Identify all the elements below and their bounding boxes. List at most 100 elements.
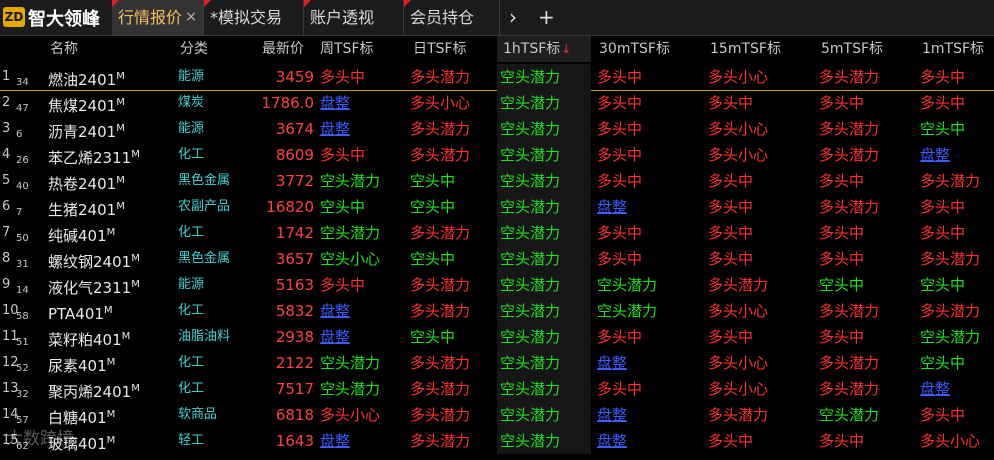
tsf-signal: 空头潜力 bbox=[500, 406, 561, 424]
table-row[interactable]: 14 57 白糖401M 软商品 6818 多头小心 多头潜力 空头潜力 盘整 多头潜力 空头潜力多… bbox=[0, 402, 994, 428]
table-row[interactable]: 15 62 玻璃401M 轻工 1643 盘整 多头潜力 空头潜力 盘整 多头中 多头中 多头小心 bbox=[0, 428, 994, 454]
column-header-30m-tsf[interactable]: 30mTSF标 bbox=[599, 36, 670, 62]
tsf-signal: 多头中 bbox=[597, 146, 643, 164]
tab-market-quotes[interactable]: 行情报价 × bbox=[112, 0, 204, 35]
table-row[interactable]: 3 6 沥青2401M 能源 3674 盘整 多头潜力 空头潜力 多头中 多头小心 多头潜力 空头中 bbox=[0, 116, 994, 142]
close-tab-icon[interactable]: × bbox=[185, 0, 197, 35]
table-row[interactable]: 10 58 PTA401M 化工 5832 盘整 多头潜力 空头潜力 空头潜力 多头小心 多头潜力多… bbox=[0, 298, 994, 324]
tsf-signal: 多头小心 bbox=[708, 354, 769, 372]
tsf-signal: 多头潜力 bbox=[410, 68, 471, 86]
contract-name-text: 苯乙烯2311 bbox=[48, 149, 132, 167]
column-header-category[interactable]: 分类 bbox=[180, 36, 208, 62]
column-header-15m-tsf[interactable]: 15mTSF标 bbox=[710, 36, 781, 62]
table-row[interactable]: 2 47 焦煤2401M 煤炭 1786.0 盘整 多头小心 空头潜力 多头中 多头中 多头中 多头中 bbox=[0, 90, 994, 116]
table-row[interactable]: 1 34 燃油2401M 能源 3459 多头中 多头潜力 空头潜力 多头中 多头小心 多头潜力 多头… bbox=[0, 64, 994, 91]
contract-name[interactable]: 聚丙烯2401M bbox=[48, 376, 140, 402]
row-index: 1 bbox=[2, 69, 11, 84]
contract-main-marker: M bbox=[106, 435, 116, 446]
tsf-signal: 空头潜力 bbox=[500, 120, 561, 138]
table-row[interactable]: 9 14 液化气2311M 能源 5163 多头中 多头潜力 空头潜力 空头潜力 多头潜力 空头中空… bbox=[0, 272, 994, 298]
tsf-signal: 多头潜力 bbox=[920, 250, 981, 268]
table-row[interactable]: 11 51 菜籽粕401M 油脂油料 2938 盘整 空头中 空头潜力 多头中 多头中 多头中 空头潜… bbox=[0, 324, 994, 350]
table-row[interactable]: 12 52 尿素401M 化工 2122 空头潜力 多头潜力 空头潜力 盘整 多头小心 多头潜力 空头… bbox=[0, 350, 994, 376]
tab-label: 会员持仓 bbox=[410, 8, 475, 27]
last-price: 7517 bbox=[275, 380, 314, 398]
tsf-signal: 多头潜力 bbox=[410, 406, 471, 424]
last-price: 2122 bbox=[275, 354, 314, 372]
row-index: 9 bbox=[2, 277, 11, 292]
contract-main-marker: M bbox=[103, 305, 113, 316]
contract-name[interactable]: 燃油2401M bbox=[48, 64, 125, 90]
tsf-signal: 多头中 bbox=[597, 380, 643, 398]
column-header-1h-tsf[interactable]: 1hTSF标↓ bbox=[497, 36, 591, 62]
last-price: 1742 bbox=[275, 224, 314, 242]
column-header-5m-tsf[interactable]: 5mTSF标 bbox=[821, 36, 883, 62]
column-header-name[interactable]: 名称 bbox=[50, 36, 78, 62]
tsf-signal: 空头中 bbox=[410, 328, 456, 346]
last-price: 8609 bbox=[275, 146, 314, 164]
contract-main-marker: M bbox=[121, 331, 131, 342]
tsf-signal: 多头中 bbox=[597, 224, 643, 242]
table-row[interactable]: 4 26 苯乙烯2311M 化工 8609 多头中 多头潜力 空头潜力 多头中 多头小心 多头潜力盘… bbox=[0, 142, 994, 168]
tsf-signal: 多头中 bbox=[320, 146, 366, 164]
contract-name[interactable]: 螺纹钢2401M bbox=[48, 246, 140, 272]
row-index: 7 bbox=[2, 225, 11, 240]
tsf-signal: 多头潜力 bbox=[819, 198, 880, 216]
contract-main-marker: M bbox=[116, 123, 125, 134]
contract-name-text: 聚丙烯2401 bbox=[48, 383, 132, 401]
table-row[interactable]: 13 32 聚丙烯2401M 化工 7517 空头潜力 多头潜力 空头潜力 多头中 多头小心 多头潜… bbox=[0, 376, 994, 402]
tsf-signal: 多头中 bbox=[597, 172, 643, 190]
tsf-signal: 多头潜力 bbox=[708, 276, 769, 294]
contract-name[interactable]: 尿素401M bbox=[48, 350, 115, 376]
contract-name[interactable]: 苯乙烯2311M bbox=[48, 142, 140, 168]
last-price: 3772 bbox=[275, 172, 314, 190]
tsf-signal: 多头潜力 bbox=[819, 120, 880, 138]
contract-name[interactable]: 焦煤2401M bbox=[48, 90, 125, 116]
contract-name[interactable]: 纯碱401M bbox=[48, 220, 115, 246]
tsf-signal: 多头潜力 bbox=[819, 146, 880, 164]
table-row[interactable]: 8 31 螺纹钢2401M 黑色金属 3657 空头小心 空头中 空头潜力 多头中 多头中 多头中多… bbox=[0, 246, 994, 272]
tsf-signal: 多头中 bbox=[708, 328, 754, 346]
app-logo: ZD 智大领峰 bbox=[0, 0, 112, 35]
tsf-signal: 多头潜力 bbox=[410, 354, 471, 372]
contract-name[interactable]: PTA401M bbox=[48, 298, 113, 324]
tsf-signal: 多头中 bbox=[597, 120, 643, 138]
tab-simulated-trading[interactable]: *模拟交易 bbox=[204, 0, 304, 35]
column-header-daily-tsf[interactable]: 日TSF标 bbox=[413, 36, 467, 62]
tsf-signal: 盘整 bbox=[920, 380, 951, 398]
category: 化工 bbox=[178, 355, 205, 370]
tsf-signal: 空头潜力 bbox=[500, 94, 561, 112]
tsf-signal: 空头中 bbox=[320, 198, 366, 216]
category: 油脂油料 bbox=[178, 329, 231, 344]
add-tab-icon[interactable]: + bbox=[538, 0, 555, 35]
contract-name[interactable]: 菜籽粕401M bbox=[48, 324, 130, 350]
tsf-signal: 空头潜力 bbox=[500, 68, 561, 86]
table-row[interactable]: 5 40 热卷2401M 黑色金属 3772 空头潜力 空头中 空头潜力 多头中 多头中 多头中 多头… bbox=[0, 168, 994, 194]
column-header-weekly-tsf[interactable]: 周TSF标 bbox=[320, 36, 374, 62]
tsf-signal: 多头潜力 bbox=[410, 432, 471, 450]
tab-corner-marker bbox=[204, 0, 211, 7]
chevron-right-icon[interactable]: › bbox=[509, 0, 517, 35]
tab-account-view[interactable]: 账户透视 bbox=[304, 0, 404, 35]
tsf-signal: 空头潜力 bbox=[320, 380, 381, 398]
tsf-signal: 多头潜力 bbox=[410, 224, 471, 242]
tab-corner-marker bbox=[404, 0, 411, 7]
column-header-1m-tsf[interactable]: 1mTSF标 bbox=[922, 36, 984, 62]
tsf-signal: 空头潜力 bbox=[500, 302, 561, 320]
category: 黑色金属 bbox=[178, 251, 231, 266]
tsf-signal: 多头中 bbox=[597, 68, 643, 86]
table-row[interactable]: 7 50 纯碱401M 化工 1742 空头潜力 多头潜力 空头潜力 多头中 多头中 多头中 多头中 bbox=[0, 220, 994, 246]
contract-name[interactable]: 沥青2401M bbox=[48, 116, 125, 142]
tsf-signal: 多头中 bbox=[920, 68, 966, 86]
column-header-last-price[interactable]: 最新价 bbox=[262, 36, 304, 62]
tab-corner-marker bbox=[112, 0, 119, 7]
tsf-signal: 空头潜力 bbox=[500, 432, 561, 450]
column-header-label: 1hTSF标 bbox=[503, 41, 561, 57]
contract-name[interactable]: 液化气2311M bbox=[48, 272, 140, 298]
contract-name[interactable]: 热卷2401M bbox=[48, 168, 125, 194]
tab-member-holdings[interactable]: 会员持仓 bbox=[404, 0, 500, 35]
table-row[interactable]: 6 7 生猪2401M 农副产品 16820 空头中 空头中 空头潜力 盘整 多头中 多头潜力 多头中 bbox=[0, 194, 994, 220]
tsf-signal: 多头中 bbox=[920, 224, 966, 242]
tsf-signal: 盘整 bbox=[320, 432, 351, 450]
contract-name[interactable]: 生猪2401M bbox=[48, 194, 125, 220]
